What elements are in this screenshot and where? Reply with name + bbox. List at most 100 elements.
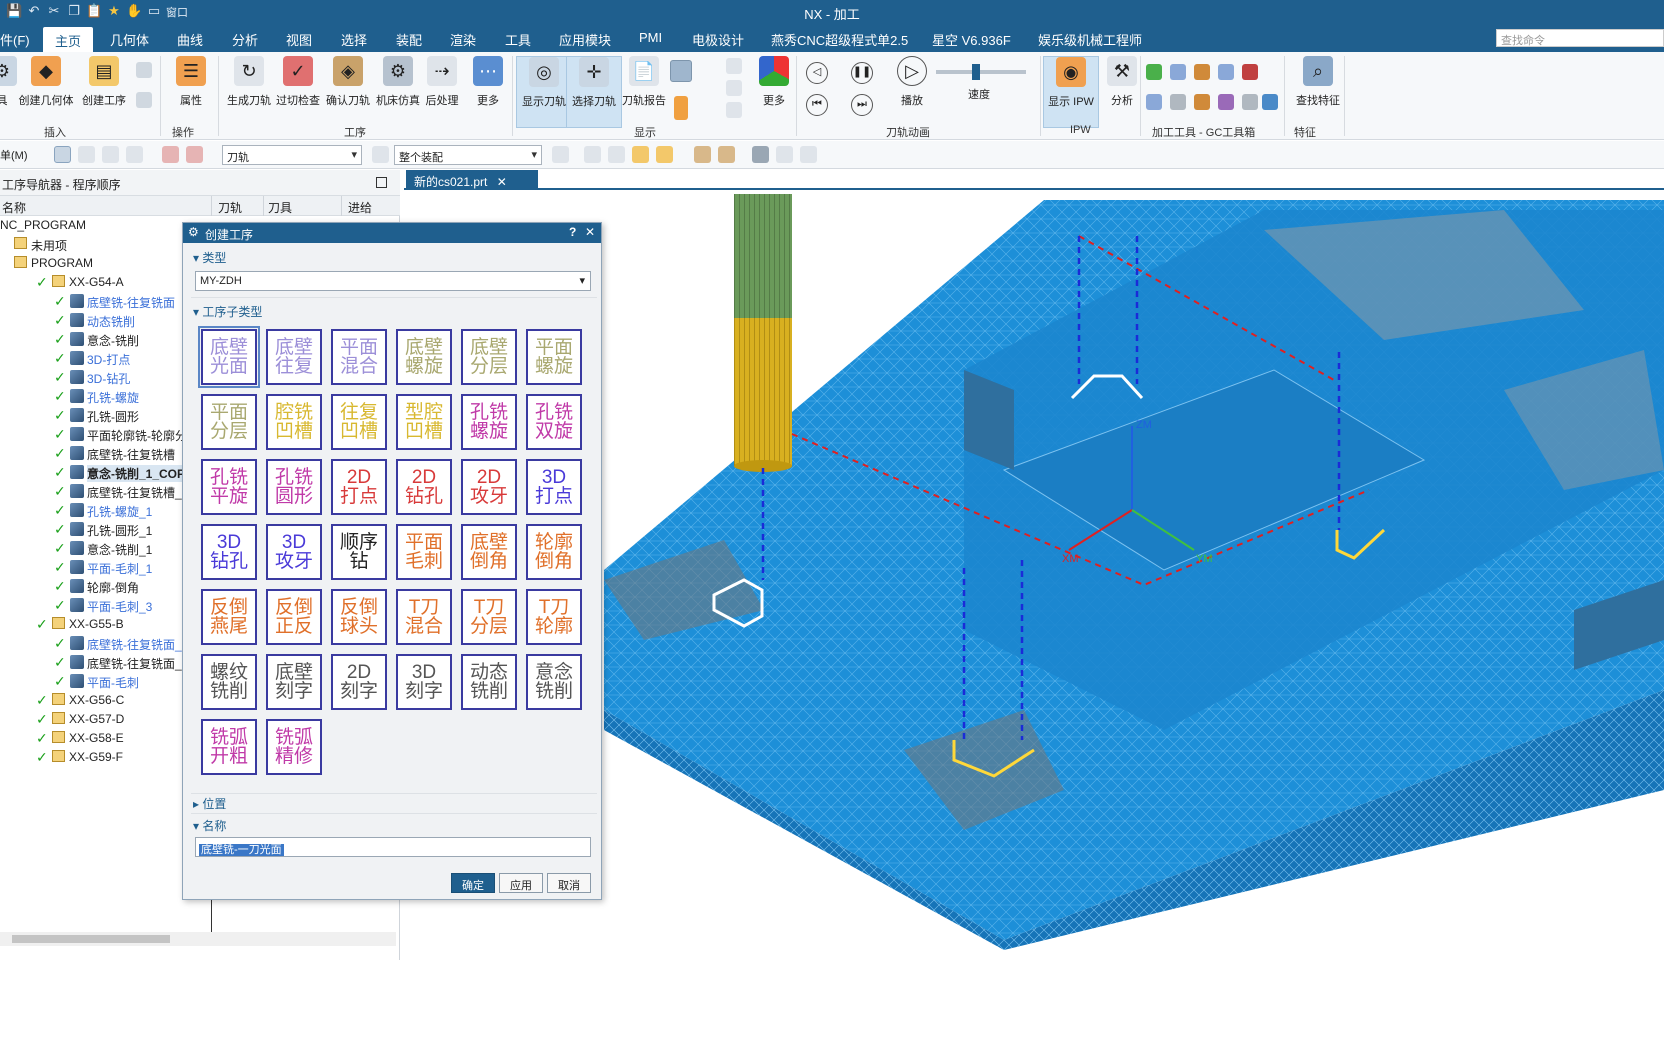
subtype-button[interactable]: T刀轮廓 xyxy=(526,589,582,645)
menu-file[interactable]: 件(F) xyxy=(0,30,30,49)
menu-assembly[interactable]: 装配 xyxy=(396,30,422,49)
type-filter-dropdown[interactable]: 刀轨 xyxy=(222,145,362,165)
subtype-button[interactable]: 2D钻孔 xyxy=(396,459,452,515)
snap-icon-5[interactable] xyxy=(656,146,673,163)
subtype-button[interactable]: 铣弧开粗 xyxy=(201,719,257,775)
render-icon-2[interactable] xyxy=(718,146,735,163)
generate-toolpath-button[interactable]: ↻ 生成刀轨 xyxy=(221,56,277,128)
mcs-icon[interactable] xyxy=(752,146,769,163)
subtype-button[interactable]: 孔铣双旋 xyxy=(526,394,582,450)
apply-button[interactable]: 应用 xyxy=(499,873,543,893)
subtype-button[interactable]: 型腔凹槽 xyxy=(396,394,452,450)
subtype-button[interactable]: 3D钻孔 xyxy=(201,524,257,580)
gc-tool-icon-7[interactable] xyxy=(1170,94,1186,110)
subtype-button[interactable]: 平面分层 xyxy=(201,394,257,450)
menu-geometry[interactable]: 几何体 xyxy=(110,30,149,49)
subtype-button[interactable]: 反倒球头 xyxy=(331,589,387,645)
menu-dropdown[interactable]: 单(M) xyxy=(0,147,28,163)
section-type-header[interactable]: ▾ 类型 xyxy=(193,249,226,266)
properties-button[interactable]: ☰ 属性 xyxy=(163,56,219,128)
up-arrow-icon[interactable] xyxy=(726,58,742,74)
funnel-icon[interactable] xyxy=(372,146,389,163)
column-tool[interactable]: 刀具 xyxy=(268,199,292,216)
menu-select[interactable]: 选择 xyxy=(341,30,367,49)
play-button[interactable]: ▷ 播放 xyxy=(884,56,940,128)
command-search-input[interactable]: 查找命令 xyxy=(1496,29,1664,47)
subtype-button[interactable]: 底壁刻字 xyxy=(266,654,322,710)
subtype-button[interactable]: T刀分层 xyxy=(461,589,517,645)
pause-icon[interactable]: ❚❚ xyxy=(851,62,873,84)
gc-tool-icon-1[interactable] xyxy=(1146,64,1162,80)
subtype-button[interactable]: 孔铣平旋 xyxy=(201,459,257,515)
display-option-icon[interactable] xyxy=(670,60,692,82)
subtype-button[interactable]: 轮廓倒角 xyxy=(526,524,582,580)
subtype-button[interactable]: 底壁螺旋 xyxy=(396,329,452,385)
insert-small-icon-2[interactable] xyxy=(136,92,152,108)
menu-pmi[interactable]: PMI xyxy=(639,30,662,45)
nav-view-icon-1[interactable] xyxy=(54,146,71,163)
menu-analysis[interactable]: 分析 xyxy=(232,30,258,49)
subtype-button[interactable]: 3D攻牙 xyxy=(266,524,322,580)
menu-view[interactable]: 视图 xyxy=(286,30,312,49)
tool-display-icon[interactable] xyxy=(674,96,688,120)
gc-tool-icon-5[interactable] xyxy=(1242,64,1258,80)
section-position-header[interactable]: ▸ 位置 xyxy=(193,795,226,812)
ok-button[interactable]: 确定 xyxy=(451,873,495,893)
snap-icon-4[interactable] xyxy=(632,146,649,163)
cancel-button[interactable]: 取消 xyxy=(547,873,591,893)
filter-icon-2[interactable] xyxy=(186,146,203,163)
gc-tool-icon-6[interactable] xyxy=(1146,94,1162,110)
subtype-button[interactable]: 孔铣圆形 xyxy=(266,459,322,515)
subtype-button[interactable]: 3D刻字 xyxy=(396,654,452,710)
column-name[interactable]: 名称 xyxy=(2,199,26,216)
speed-slider-track[interactable] xyxy=(936,70,1026,74)
rewind-icon[interactable]: ⏮ xyxy=(806,94,828,116)
find-feature-button[interactable]: ⌕ 查找特征 xyxy=(1290,56,1346,128)
type-dropdown[interactable]: MY-ZDH xyxy=(195,271,591,291)
show-toolpath-button[interactable]: ◎ 显示刀轨 xyxy=(516,56,572,128)
menu-engineer[interactable]: 娱乐级机械工程师 xyxy=(1038,30,1142,49)
subtype-button[interactable]: 2D打点 xyxy=(331,459,387,515)
subtype-button[interactable]: 往复凹槽 xyxy=(331,394,387,450)
gc-tool-icon-2[interactable] xyxy=(1170,64,1186,80)
close-tab-icon[interactable]: ✕ xyxy=(497,175,507,189)
create-geometry-button[interactable]: ◆ 创建几何体 xyxy=(18,56,74,128)
subtype-button[interactable]: 孔铣螺旋 xyxy=(461,394,517,450)
scrollbar-thumb[interactable] xyxy=(12,935,170,943)
menu-home[interactable]: 主页 xyxy=(43,27,94,52)
snap-icon-3[interactable] xyxy=(608,146,625,163)
view-icon-2[interactable] xyxy=(800,146,817,163)
scope-dropdown[interactable]: 整个装配 xyxy=(394,145,542,165)
subtype-button[interactable]: 动态铣削 xyxy=(461,654,517,710)
view-icon-1[interactable] xyxy=(776,146,793,163)
stack-icon[interactable] xyxy=(726,80,742,96)
subtype-button[interactable]: T刀混合 xyxy=(396,589,452,645)
subtype-button[interactable]: 底壁倒角 xyxy=(461,524,517,580)
gc-tool-icon-8[interactable] xyxy=(1194,94,1210,110)
subtype-button[interactable]: 意念铣削 xyxy=(526,654,582,710)
render-icon-1[interactable] xyxy=(694,146,711,163)
fast-forward-icon[interactable]: ⏭ xyxy=(851,94,873,116)
step-back-icon[interactable]: ◁ xyxy=(806,62,828,84)
more-display-button[interactable]: 更多 xyxy=(746,56,802,128)
subtype-button[interactable]: 底壁光面 xyxy=(198,326,260,388)
section-subtype-header[interactable]: ▾ 工序子类型 xyxy=(193,303,262,320)
nav-view-icon-4[interactable] xyxy=(126,146,143,163)
menu-app-modules[interactable]: 应用模块 xyxy=(559,30,611,49)
subtype-button[interactable]: 2D刻字 xyxy=(331,654,387,710)
column-toolpath[interactable]: 刀轨 xyxy=(218,199,242,216)
column-feed[interactable]: 进给 xyxy=(348,199,372,216)
toolpath-report-button[interactable]: 📄 刀轨报告 xyxy=(616,56,672,128)
subtype-button[interactable]: 腔铣凹槽 xyxy=(266,394,322,450)
horizontal-scrollbar[interactable] xyxy=(0,932,396,946)
menu-xingkong[interactable]: 星空 V6.936F xyxy=(932,30,1011,49)
gc-tool-icon-11[interactable] xyxy=(1262,94,1278,110)
menu-curve[interactable]: 曲线 xyxy=(177,30,203,49)
select-toolpath-button[interactable]: ✛ 选择刀轨 xyxy=(566,56,622,128)
close-icon[interactable]: ✕ xyxy=(585,225,595,239)
subtype-button[interactable]: 平面螺旋 xyxy=(526,329,582,385)
snap-icon-2[interactable] xyxy=(584,146,601,163)
speed-slider-thumb[interactable] xyxy=(972,64,980,80)
gc-tool-icon-4[interactable] xyxy=(1218,64,1234,80)
subtype-button[interactable]: 底壁往复 xyxy=(266,329,322,385)
